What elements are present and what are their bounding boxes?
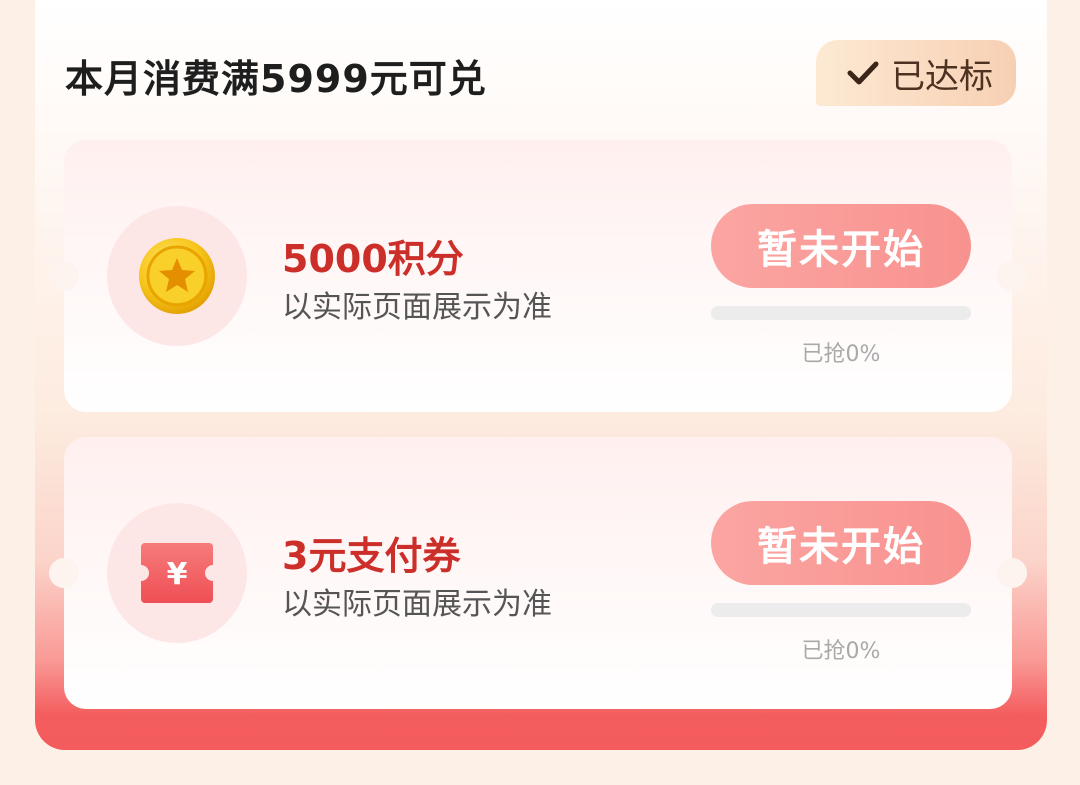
reward-icon-badge <box>107 206 247 346</box>
reward-title: 3元支付券 <box>282 534 461 578</box>
card-notch <box>997 558 1027 588</box>
redeem-button[interactable]: 暂未开始 <box>711 501 971 585</box>
coupon-icon: ¥ <box>141 543 213 603</box>
reward-title: 5000积分 <box>282 237 464 281</box>
claim-progress-label: 已抢0% <box>801 342 881 367</box>
coupon-yen-glyph: ¥ <box>167 557 188 592</box>
reward-description: 以实际页面展示为准 <box>282 290 552 325</box>
reward-description: 以实际页面展示为准 <box>282 587 552 622</box>
claim-progress-bar <box>711 603 971 617</box>
checkmark-icon <box>847 61 879 85</box>
page-title: 本月消费满5999元可兑 <box>65 57 487 101</box>
status-badge: 已达标 <box>816 40 1016 106</box>
claim-progress-bar <box>711 306 971 320</box>
gold-coin-icon <box>139 238 215 314</box>
reward-card-coupon: ¥ 3元支付券 以实际页面展示为准 暂未开始 已抢0% <box>49 437 1027 709</box>
card-notch <box>49 261 79 291</box>
card-notch <box>997 261 1027 291</box>
redeem-button[interactable]: 暂未开始 <box>711 204 971 288</box>
reward-icon-badge: ¥ <box>107 503 247 643</box>
status-badge-label: 已达标 <box>891 56 993 97</box>
claim-progress-label: 已抢0% <box>801 639 881 664</box>
reward-card-points: 5000积分 以实际页面展示为准 暂未开始 已抢0% <box>49 140 1027 412</box>
card-notch <box>49 558 79 588</box>
reward-panel: 本月消费满5999元可兑 已达标 5000积分 以实际页面展示为准 暂未开始 已… <box>35 0 1047 750</box>
